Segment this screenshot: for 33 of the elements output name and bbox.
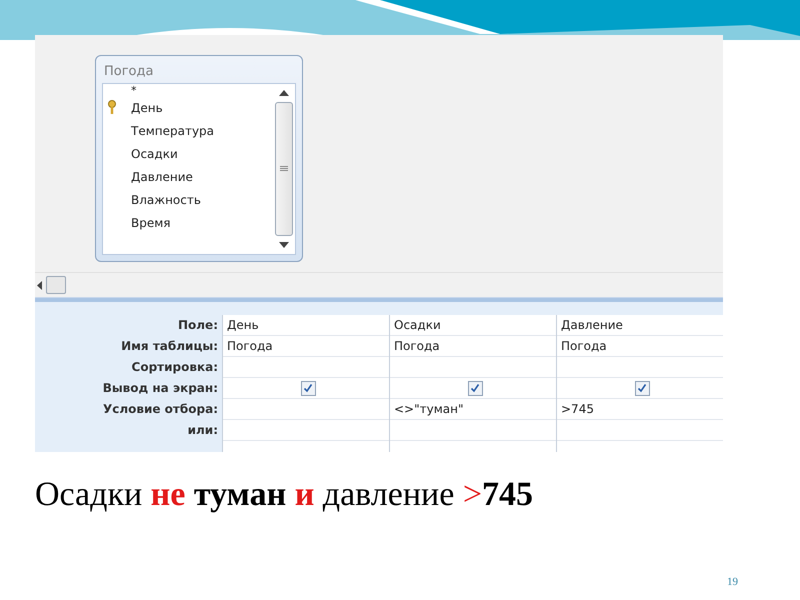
caption: Осадки не туман и давление >745 [35,476,534,514]
key-icon [107,100,117,115]
table-cell[interactable]: Погода [557,336,723,357]
table-window[interactable]: Погода * День Температура Осадки Давление Влажность Время [95,55,303,262]
field-item[interactable]: Время [107,211,273,234]
field-item[interactable]: Температура [107,119,273,142]
show-checkbox[interactable] [468,380,482,396]
row-label: или: [186,422,219,439]
row-label: Сортировка: [130,359,219,376]
scrollbar-thumb[interactable] [46,276,66,294]
field-item[interactable]: Осадки [107,142,273,165]
field-item[interactable]: * [107,84,273,96]
page-number: 19 [727,576,738,588]
row-label: Поле: [176,317,219,334]
field-item[interactable]: День [107,96,273,119]
scroll-up-icon[interactable] [279,90,289,96]
row-label: Условие отбора: [102,401,219,418]
scrollbar-thumb[interactable] [275,102,293,236]
scroll-left-icon[interactable] [37,280,42,290]
check-icon [637,383,647,393]
criteria-text[interactable]: <>"туман" [394,402,464,416]
field-item[interactable]: Влажность [107,188,273,211]
field-cell[interactable]: Давление [557,315,723,336]
row-label: Имя таблицы: [120,338,219,355]
show-checkbox[interactable] [634,380,650,396]
table-title: Погода [103,63,154,81]
field-item[interactable]: Давление [107,165,273,188]
show-checkbox[interactable] [300,380,316,396]
scroll-down-icon[interactable] [279,242,289,248]
check-icon [470,383,480,393]
row-label: Вывод на экран: [102,380,219,397]
criteria-text[interactable]: >745 [561,402,594,416]
check-icon [303,383,313,393]
